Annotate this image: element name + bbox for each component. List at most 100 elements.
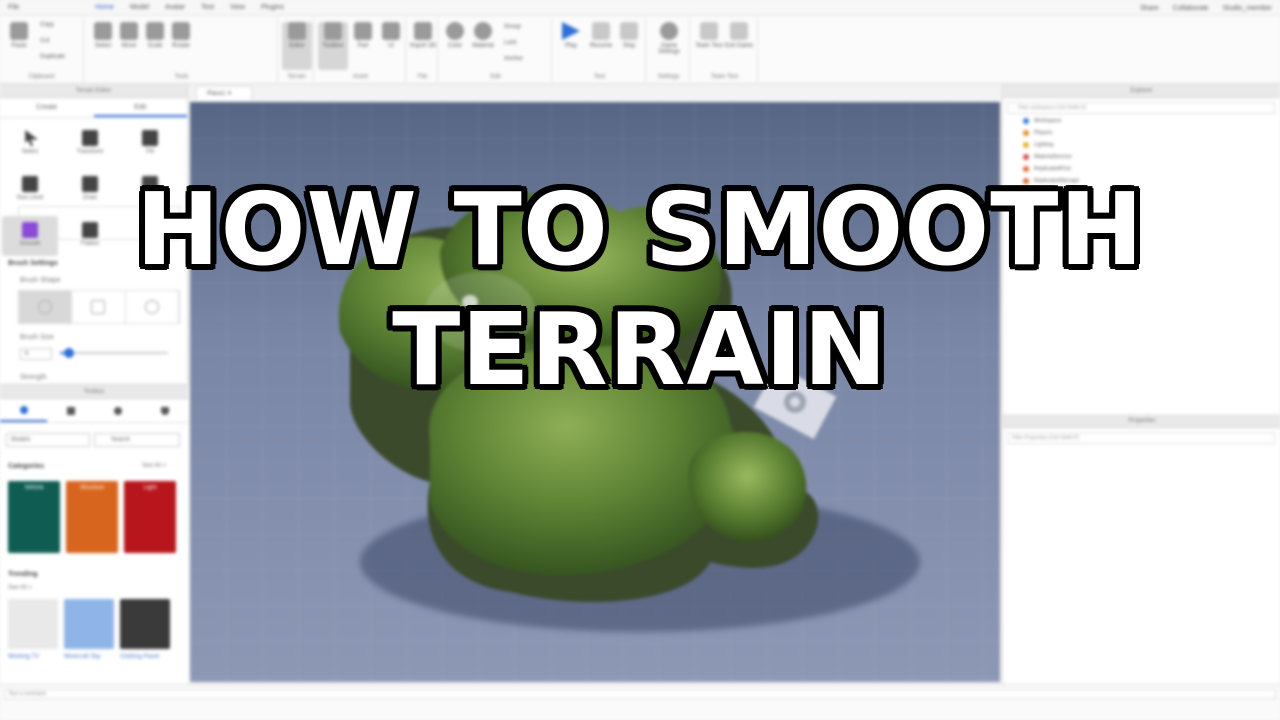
trending-see-all[interactable]: See All >: [8, 585, 32, 591]
cursor-icon: [94, 22, 112, 40]
copy-button[interactable]: Copy: [40, 22, 80, 28]
command-bar-input[interactable]: Run a command: [4, 689, 1276, 699]
menu-home[interactable]: Home: [87, 4, 122, 11]
category-dropdown[interactable]: Models: [6, 433, 90, 447]
properties-title: Properties: [1003, 414, 1280, 428]
paste-icon: [10, 22, 28, 40]
trending-item-label[interactable]: Clothing Panel: [120, 653, 174, 661]
category-structure[interactable]: Structure: [66, 481, 118, 553]
material-button[interactable]: Material: [468, 22, 498, 49]
terrain-tool-fill[interactable]: Fill: [122, 124, 178, 164]
status-bar: Run a command: [0, 684, 1280, 720]
terrain-editor-button[interactable]: Editor: [282, 22, 312, 70]
game-settings-button[interactable]: Game Settings: [654, 22, 684, 55]
explorer-filter-input[interactable]: Filter workspace (Ctrl+Shift+X): [1007, 102, 1275, 114]
menu-avatar[interactable]: Avatar: [157, 4, 193, 11]
trending-item-thumb[interactable]: [64, 599, 114, 649]
transform-icon: [82, 130, 98, 146]
terrain-tool-transform[interactable]: Transform: [62, 124, 118, 164]
lock-button[interactable]: Lock: [504, 40, 548, 46]
resume-icon: [592, 22, 610, 40]
trending-title: Trending: [8, 571, 38, 578]
group-label: Tools: [174, 74, 189, 80]
cursor-icon: [25, 130, 38, 146]
trending-item-label[interactable]: Minecraft Sky: [64, 653, 118, 661]
group-label: Settings: [657, 74, 680, 80]
team-test-icon: [700, 22, 718, 40]
explorer-item[interactable]: Workspace: [1023, 118, 1061, 124]
panel-title: Terrain Editor: [0, 84, 187, 98]
color-button[interactable]: Color: [440, 22, 470, 49]
menu-view[interactable]: View: [222, 4, 253, 11]
resume-button[interactable]: Resume: [586, 22, 616, 49]
toolbox-icon: [324, 22, 342, 40]
properties-filter-input[interactable]: Filter Properties (Ctrl+Shift+P): [1007, 432, 1275, 444]
explorer-item[interactable]: Lighting: [1023, 142, 1053, 148]
thumbnail-headline: HOW TO SMOOTH TERRAIN: [135, 171, 1145, 408]
sea-level-icon: [22, 176, 38, 192]
ui-icon: [382, 22, 400, 40]
group-label: Clipboard: [28, 74, 55, 80]
tab-place[interactable]: Place1 ✕: [196, 86, 252, 100]
stop-button[interactable]: Stop: [614, 22, 644, 49]
gear-icon: [660, 22, 678, 40]
menu-bar: File Home Model Avatar Test View Plugins…: [0, 0, 1280, 16]
share-button[interactable]: Share: [1140, 5, 1159, 12]
ribbon-toolbar: Paste Copy Cut Duplicate Clipboard Selec…: [0, 16, 1280, 84]
team-test-button[interactable]: Team Test: [694, 22, 724, 49]
toolbox-search-input[interactable]: Search: [94, 433, 180, 447]
menu-model[interactable]: Model: [122, 4, 157, 11]
group-insert: Toolbox Part UI Insert: [316, 18, 406, 82]
group-label: Edit: [490, 74, 501, 80]
rotate-icon: [172, 22, 190, 40]
lighting-icon: [1023, 142, 1029, 148]
group-button[interactable]: Group: [504, 24, 548, 30]
fill-icon: [142, 130, 158, 146]
group-terrain: Editor Terrain: [280, 18, 314, 82]
cut-button[interactable]: Cut: [40, 38, 80, 44]
tab-create[interactable]: Create: [0, 98, 94, 117]
menu-plugins[interactable]: Plugins: [253, 4, 292, 11]
part-button[interactable]: Part: [348, 22, 378, 49]
material-icon: [474, 22, 492, 40]
group-team-test: Team Test Exit Game Team Test: [692, 18, 758, 82]
move-icon: [120, 22, 138, 40]
rotate-tool[interactable]: Rotate: [166, 22, 196, 49]
group-tools: Select Move Scale Rotate Tools: [86, 18, 278, 82]
user-name[interactable]: Studio_member: [1223, 5, 1272, 12]
category-vehicle[interactable]: Vehicle: [8, 481, 60, 553]
editor-tabs: Create Edit: [0, 98, 187, 118]
part-icon: [354, 22, 372, 40]
group-label: Insert: [352, 74, 368, 80]
menu-test[interactable]: Test: [193, 4, 222, 11]
categories-see-all[interactable]: See All >: [142, 463, 166, 469]
duplicate-button[interactable]: Duplicate: [40, 54, 80, 60]
toolbox-button[interactable]: Toolbox: [318, 22, 348, 70]
trending-item-label[interactable]: Working TV: [8, 653, 62, 661]
group-clipboard: Paste Copy Cut Duplicate Clipboard: [0, 18, 84, 82]
trending-item-thumb[interactable]: [120, 599, 170, 649]
color-icon: [446, 22, 464, 40]
explorer-item[interactable]: MaterialService: [1023, 154, 1072, 160]
stop-icon: [620, 22, 638, 40]
trending-item-thumb[interactable]: [8, 599, 58, 649]
collaborate-button[interactable]: Collaborate: [1173, 5, 1209, 12]
explorer-item[interactable]: Players: [1023, 130, 1052, 136]
studio-window: File Home Model Avatar Test View Plugins…: [0, 0, 1280, 720]
group-label: Team Test: [710, 74, 739, 80]
tab-edit[interactable]: Edit: [93, 98, 187, 117]
import-3d-button[interactable]: Import 3D: [408, 22, 438, 49]
ui-button[interactable]: UI: [376, 22, 406, 49]
paste-button[interactable]: Paste: [4, 22, 34, 49]
exit-game-button[interactable]: Exit Game: [724, 22, 754, 49]
exit-icon: [730, 22, 748, 40]
scale-icon: [146, 22, 164, 40]
terrain-tool-select[interactable]: Select: [2, 124, 58, 164]
category-light[interactable]: Light: [124, 481, 176, 553]
workspace-icon: [1023, 118, 1029, 124]
menu-file[interactable]: File: [0, 4, 27, 11]
import-icon: [414, 22, 432, 40]
anchor-button[interactable]: Anchor: [504, 56, 548, 62]
group-file: Import 3D File: [408, 18, 438, 82]
play-button[interactable]: Play: [556, 22, 586, 49]
